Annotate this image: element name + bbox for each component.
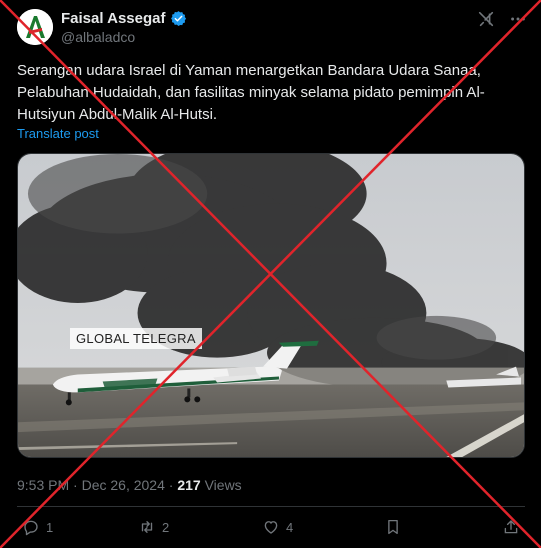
- tweet-photo[interactable]: [17, 153, 525, 458]
- author-name-row: Faisal Assegaf: [61, 10, 187, 27]
- top-actions: [477, 10, 527, 28]
- bookmark-button[interactable]: [384, 518, 402, 536]
- photo-watermark: GLOBAL TELEGRA: [70, 328, 202, 349]
- divider: [17, 506, 525, 507]
- post-card: Faisal Assegaf @albaladco Serangan udara…: [0, 0, 541, 548]
- translate-link[interactable]: Translate post: [17, 126, 99, 141]
- tweet-date[interactable]: Dec 26, 2024: [82, 477, 165, 493]
- avatar-logo-icon: [17, 9, 53, 45]
- handle[interactable]: @albaladco: [61, 29, 135, 45]
- repost-count: 2: [162, 519, 170, 535]
- like-count: 4: [286, 519, 294, 535]
- reply-count: 1: [46, 519, 54, 535]
- avatar[interactable]: [17, 9, 53, 45]
- grok-icon[interactable]: [477, 10, 495, 28]
- like-icon: [264, 521, 278, 534]
- reply-icon: [24, 520, 38, 536]
- like-button[interactable]: 4: [262, 518, 293, 536]
- airport-smoke-photo: [18, 154, 524, 457]
- verified-badge-icon: [170, 11, 186, 26]
- action-bar: 1 2 4: [22, 518, 522, 540]
- views-count: 217: [177, 477, 201, 493]
- meta-separator-2: ·: [168, 477, 174, 493]
- tweet-meta: 9:53 PM · Dec 26, 2024 · 217 Views: [17, 477, 242, 493]
- reply-button[interactable]: 1: [22, 518, 53, 536]
- repost-icon: [141, 521, 153, 533]
- meta-separator: ·: [73, 477, 78, 493]
- tweet-text: Serangan udara Israel di Yaman menargetk…: [17, 62, 485, 123]
- bookmark-icon: [388, 519, 398, 535]
- share-icon: [504, 520, 518, 534]
- views-label: Views: [204, 477, 242, 493]
- tweet-time[interactable]: 9:53 PM: [17, 477, 69, 493]
- more-icon[interactable]: [509, 10, 527, 28]
- repost-button[interactable]: 2: [138, 518, 169, 536]
- display-name[interactable]: Faisal Assegaf: [61, 10, 166, 27]
- share-button[interactable]: [502, 518, 520, 536]
